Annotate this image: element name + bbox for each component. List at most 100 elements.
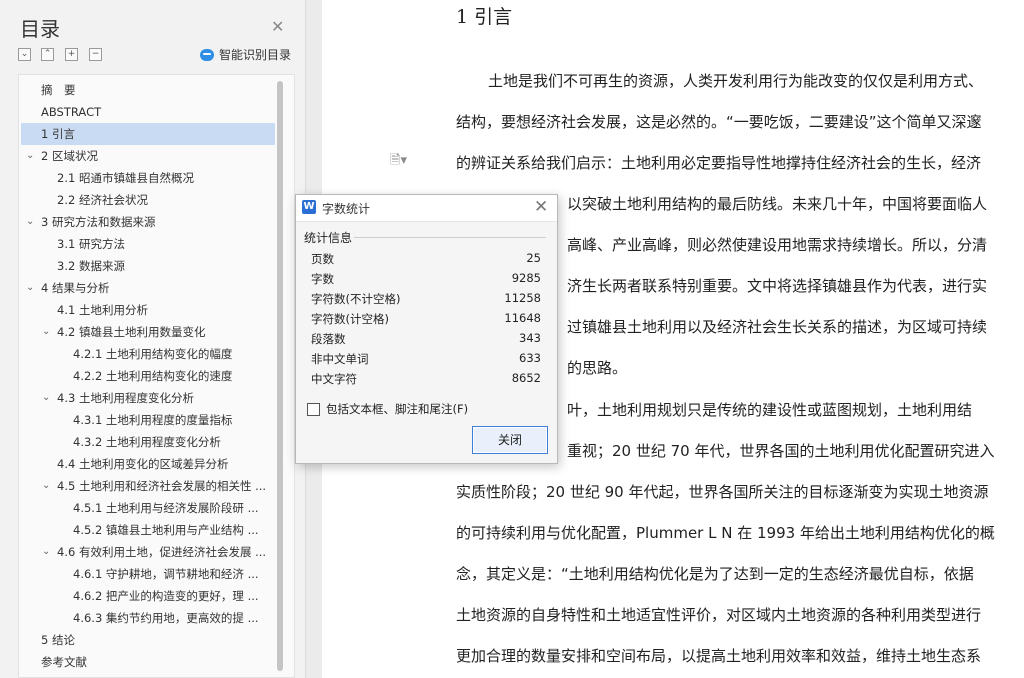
- document-text-line: 的可持续利用与优化配置，Plummer L N 在 1993 年给出土地利用结构…: [456, 524, 995, 542]
- toc-item[interactable]: ⌄ 3 研究方法和数据来源: [21, 211, 275, 233]
- toc-list: 摘 要 ABSTRACT 1 引言 ⌄ 2 区域状况 2.1 昭通市镇雄县自然概况 2.2 …: [18, 74, 295, 678]
- stats-group-label: 统计信息: [304, 231, 353, 245]
- chevron-down-icon[interactable]: ⌄: [26, 277, 34, 299]
- stat-row: 字符数(不计空格) 11258: [311, 291, 541, 311]
- toc-item-label: 1 引言: [41, 127, 75, 141]
- toc-item-label: 4.6.1 守护耕地，调节耕地和经济 ...: [73, 567, 259, 581]
- toc-item[interactable]: ⌄ 4.2 镇雄县土地利用数量变化: [21, 321, 275, 343]
- smart-toc-icon: [200, 48, 214, 61]
- toc-item-label: 4.3.2 土地利用程度变化分析: [73, 435, 221, 449]
- toc-item[interactable]: ⌄ 4.5 土地利用和经济社会发展的相关性 ...: [21, 475, 275, 497]
- toc-item-label: 5 结论: [41, 633, 75, 647]
- document-text-line: 以突破土地利用结构的最后防线。未来几十年，中国将要面临人: [567, 195, 988, 213]
- collapse-level-icon[interactable]: ⌄: [18, 48, 31, 61]
- toc-item[interactable]: 4.3.1 土地利用程度的度量指标: [21, 409, 275, 431]
- toc-item[interactable]: 2.2 经济社会状况: [21, 189, 275, 211]
- toc-item-label: 4.3 土地利用程度变化分析: [57, 391, 194, 405]
- chevron-down-icon[interactable]: ⌄: [26, 145, 34, 167]
- toc-item[interactable]: 4.2.1 土地利用结构变化的幅度: [21, 343, 275, 365]
- document-text-line: 的辨证关系给我们启示：土地利用必定要指导性地撑持住经济社会的生长，经济: [456, 154, 982, 172]
- paragraph-note-icon[interactable]: 🗎▾: [390, 151, 407, 173]
- toc-item[interactable]: 3.1 研究方法: [21, 233, 275, 255]
- toc-item-label: 3 研究方法和数据来源: [41, 215, 156, 229]
- toc-sidebar: 目录 ✕ ⌄ ⌃ + − 智能识别目录 摘 要 ABSTRACT 1 引言 ⌄ 2 区域…: [0, 0, 306, 678]
- stat-label: 字符数(不计空格): [311, 292, 401, 306]
- toc-item[interactable]: 1 引言: [21, 123, 275, 145]
- toc-item-label: 3.2 数据来源: [57, 259, 125, 273]
- toc-item[interactable]: ⌄ 2 区域状况: [21, 145, 275, 167]
- toc-item-label: ABSTRACT: [41, 105, 102, 119]
- dialog-titlebar[interactable]: W 字数统计 ✕: [296, 195, 557, 222]
- document-text-line: 土地资源的自身特性和土地适宜性评价，对区域内土地资源的各种利用类型进行: [456, 606, 982, 624]
- toc-item-label: 4.3.1 土地利用程度的度量指标: [73, 413, 233, 427]
- toc-item[interactable]: ⌄ 4.6 有效利用土地，促进经济社会发展 ...: [21, 541, 275, 563]
- toc-item-label: 4.5.1 土地利用与经济发展阶段研 ...: [73, 501, 259, 515]
- add-heading-icon[interactable]: +: [65, 48, 78, 61]
- toc-item[interactable]: 4.4 土地利用变化的区域差异分析: [21, 453, 275, 475]
- toc-item[interactable]: 3.2 数据来源: [21, 255, 275, 277]
- document-text-line: 叶，土地利用规划只是传统的建设性或蓝图规划，土地利用结: [567, 401, 973, 419]
- toc-item[interactable]: ⌄ 4 结果与分析: [21, 277, 275, 299]
- wps-logo-icon: W: [302, 200, 316, 214]
- toc-item-label: 参考文献: [41, 655, 87, 669]
- toc-item[interactable]: 4.6.3 集约节约用地，更高效的提 ...: [21, 607, 275, 629]
- stat-row: 字数 9285: [311, 271, 541, 291]
- section-heading: 1 引言: [456, 6, 513, 28]
- toc-item[interactable]: 4.1 土地利用分析: [21, 299, 275, 321]
- include-textbox-checkbox[interactable]: 包括文本框、脚注和尾注(F): [307, 401, 468, 417]
- document-text-line: 结构，要想经济社会发展，这是必然的。“一要吃饭，二要建设”这个简单又深邃: [456, 113, 982, 131]
- toc-item[interactable]: 参考文献: [21, 651, 275, 673]
- toc-item-label: 2.2 经济社会状况: [57, 193, 148, 207]
- toc-item[interactable]: 4.5.1 土地利用与经济发展阶段研 ...: [21, 497, 275, 519]
- toc-item[interactable]: 4.6.1 守护耕地，调节耕地和经济 ...: [21, 563, 275, 585]
- chevron-down-icon[interactable]: ⌄: [42, 387, 50, 409]
- toc-item-label: 2 区域状况: [41, 149, 98, 163]
- document-text-line: 的思路。: [567, 359, 628, 377]
- toc-item-label: 4.1 土地利用分析: [57, 303, 148, 317]
- expand-level-icon[interactable]: ⌃: [41, 48, 54, 61]
- stat-label: 字数: [311, 272, 334, 286]
- checkbox-label: 包括文本框、脚注和尾注(F): [326, 402, 469, 416]
- toc-item-label: 4.6.2 把产业的构造变的更好，理 ...: [73, 589, 259, 603]
- remove-heading-icon[interactable]: −: [89, 48, 102, 61]
- toc-item[interactable]: 4.6.2 把产业的构造变的更好，理 ...: [21, 585, 275, 607]
- chevron-down-icon[interactable]: ⌄: [42, 475, 50, 497]
- stat-value: 8652: [511, 371, 541, 385]
- toc-item[interactable]: 4.5.2 镇雄县土地利用与产业结构 ...: [21, 519, 275, 541]
- stat-value: 25: [526, 251, 541, 265]
- stat-row: 字符数(计空格) 11648: [311, 311, 541, 331]
- toc-item-label: 4.4 土地利用变化的区域差异分析: [57, 457, 229, 471]
- stat-value: 633: [519, 351, 541, 365]
- group-divider: [354, 237, 546, 238]
- stat-label: 非中文单词: [311, 352, 369, 366]
- toc-item-label: 3.1 研究方法: [57, 237, 125, 251]
- document-text-line: 更加合理的数量安排和空间布局，以提高土地利用效率和效益，维持土地生态系: [456, 647, 982, 665]
- toc-item-label: 4.2 镇雄县土地利用数量变化: [57, 325, 206, 339]
- checkbox-box[interactable]: [307, 402, 320, 416]
- chevron-down-icon[interactable]: ⌄: [42, 541, 50, 563]
- toc-item[interactable]: ABSTRACT: [21, 101, 275, 123]
- sidebar-close-icon[interactable]: ✕: [271, 17, 284, 36]
- stat-value: 343: [519, 331, 541, 345]
- toc-scrollbar[interactable]: [277, 81, 283, 671]
- stat-row: 非中文单词 633: [311, 351, 541, 371]
- smart-toc-button[interactable]: 智能识别目录: [200, 46, 291, 63]
- dialog-close-icon[interactable]: ✕: [534, 197, 548, 217]
- chevron-down-icon[interactable]: ⌄: [42, 321, 50, 343]
- close-button[interactable]: 关闭: [472, 426, 548, 454]
- toc-item[interactable]: 4.2.2 土地利用结构变化的速度: [21, 365, 275, 387]
- stat-value: 9285: [511, 271, 541, 285]
- chevron-down-icon[interactable]: ⌄: [26, 211, 34, 233]
- toc-item[interactable]: 4.3.2 土地利用程度变化分析: [21, 431, 275, 453]
- stat-row: 段落数 343: [311, 331, 541, 351]
- toc-item[interactable]: 摘 要: [21, 79, 275, 101]
- toc-item-label: 4.6 有效利用土地，促进经济社会发展 ...: [57, 545, 267, 559]
- stat-row: 中文字符 8652: [311, 371, 541, 391]
- toc-item[interactable]: 2.1 昭通市镇雄县自然概况: [21, 167, 275, 189]
- document-text-line: 过镇雄县土地利用以及经济社会生长关系的描述，为区域可持续: [567, 318, 988, 336]
- toc-item-label: 摘 要: [41, 83, 76, 97]
- toc-item[interactable]: 5 结论: [21, 629, 275, 651]
- toc-item-label: 4.2.1 土地利用结构变化的幅度: [73, 347, 233, 361]
- stat-row: 页数 25: [311, 251, 541, 271]
- toc-item[interactable]: ⌄ 4.3 土地利用程度变化分析: [21, 387, 275, 409]
